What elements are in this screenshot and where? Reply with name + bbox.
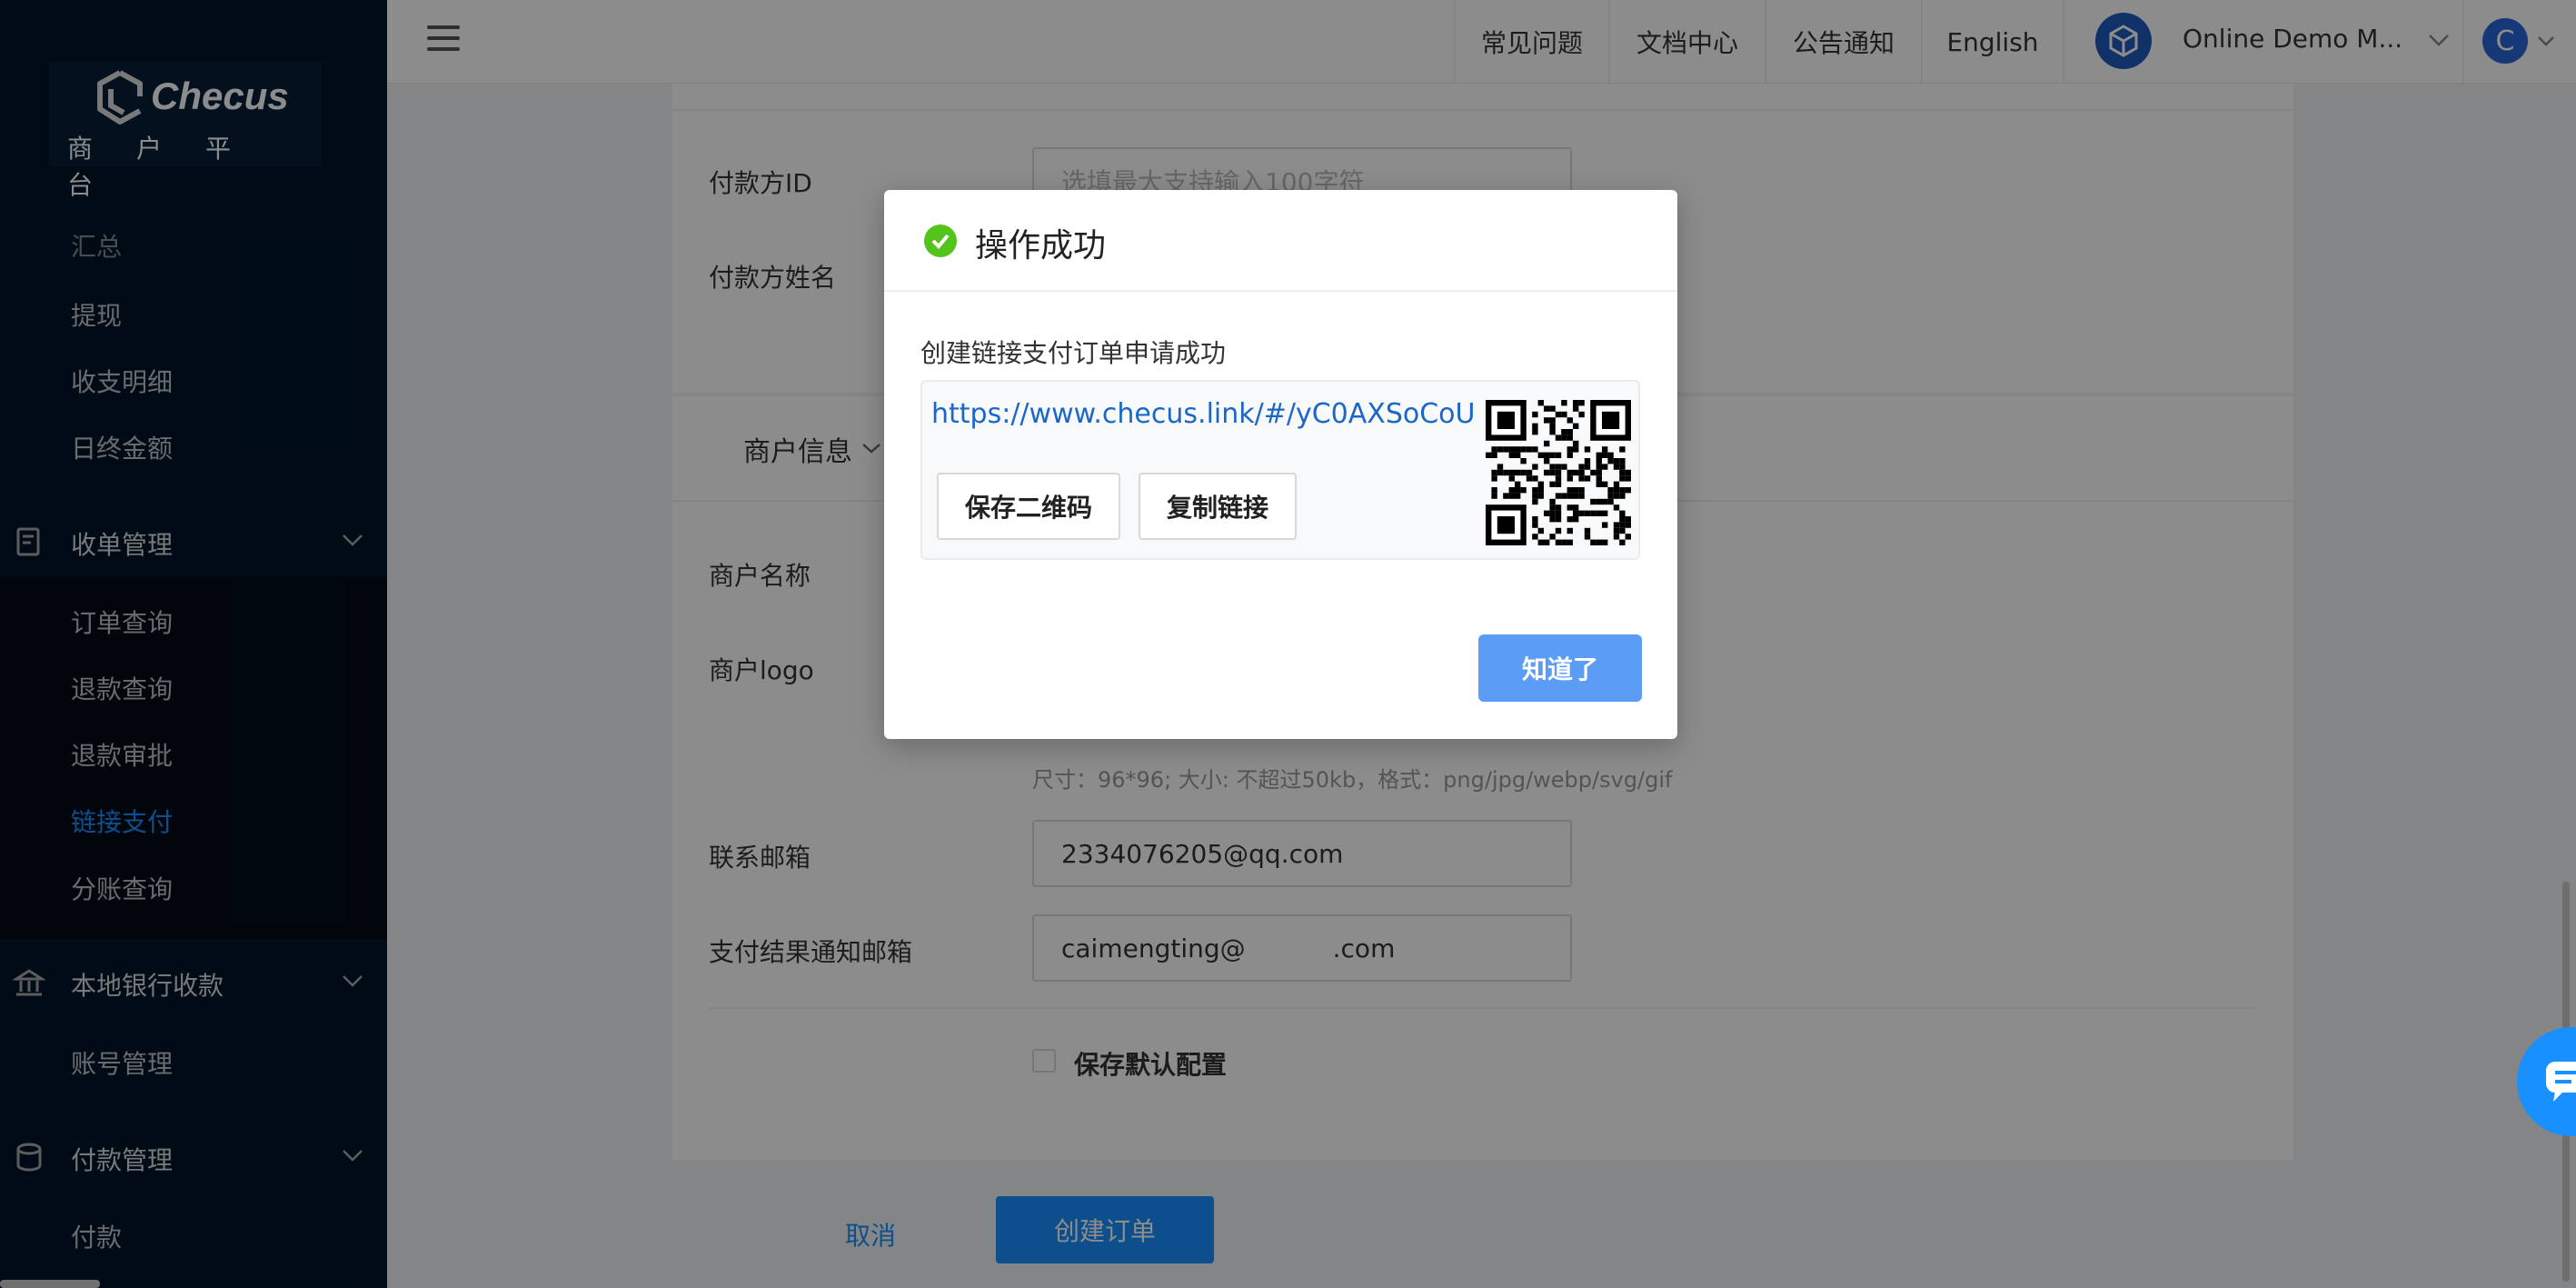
modal-title: 操作成功 [975,227,1107,265]
qr-code[interactable] [1486,400,1631,545]
ok-button[interactable]: 知道了 [1478,634,1642,702]
check-circle-icon [924,225,957,257]
payment-link[interactable]: https://www.checus.link/#/yC0AXSoCoU [931,398,1476,430]
modal-message: 创建链接支付订单申请成功 [920,338,1227,368]
chat-icon [2546,1062,2576,1102]
save-qr-button[interactable]: 保存二维码 [937,473,1120,540]
payment-link-box: https://www.checus.link/#/yC0AXSoCoU 保存二… [920,380,1640,560]
modal-header: 操作成功 [884,190,1677,292]
copy-link-button[interactable]: 复制链接 [1139,473,1297,540]
success-modal: 操作成功 创建链接支付订单申请成功 https://www.checus.lin… [884,190,1677,739]
